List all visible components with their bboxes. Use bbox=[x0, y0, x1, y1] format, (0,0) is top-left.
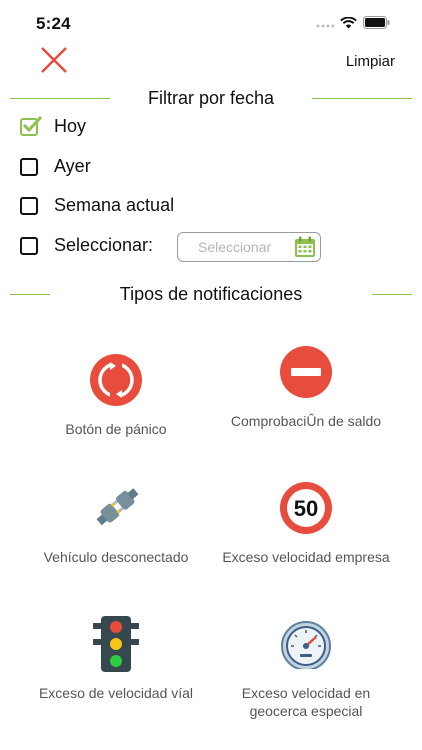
notif-geofence-speed[interactable]: Exceso velocidad en geocerca especial bbox=[206, 614, 406, 720]
notif-label: ComprobaciÛn de saldo bbox=[230, 413, 382, 429]
checkbox-today[interactable]: Hoy bbox=[20, 115, 87, 137]
notif-road-speed[interactable]: Exceso de velocidad víal bbox=[16, 614, 216, 702]
checkbox-select-date[interactable]: Seleccionar: bbox=[20, 235, 153, 256]
notif-panic-button[interactable]: Botón de pánico bbox=[16, 350, 216, 438]
unplugged-icon bbox=[96, 488, 139, 526]
divider-line bbox=[10, 294, 50, 295]
date-placeholder: Seleccionar bbox=[198, 239, 272, 255]
notif-label: Vehículo desconectado bbox=[43, 549, 189, 565]
close-icon bbox=[41, 47, 67, 73]
checkbox-label: Ayer bbox=[54, 156, 91, 176]
clear-button[interactable]: Limpiar bbox=[346, 53, 395, 70]
speed-limit-value: 50 bbox=[294, 496, 318, 521]
checkbox-unchecked-icon bbox=[20, 196, 38, 215]
checkbox-yesterday[interactable]: Ayer bbox=[20, 156, 91, 177]
notif-company-speed[interactable]: 50 Exceso velocidad empresa bbox=[206, 478, 406, 566]
checkbox-unchecked-icon bbox=[20, 157, 38, 176]
checkbox-checked-icon bbox=[20, 115, 43, 136]
date-select-input[interactable]: Seleccionar bbox=[177, 232, 321, 262]
notification-types-title: Tipos de notificaciones bbox=[119, 284, 303, 304]
notif-label: Exceso de velocidad víal bbox=[38, 685, 194, 701]
no-entry-icon bbox=[280, 346, 332, 398]
checkbox-current-week[interactable]: Semana actual bbox=[20, 195, 174, 216]
date-filter-header: Filtrar por fecha bbox=[0, 88, 422, 109]
status-time: 5:24 bbox=[36, 14, 71, 33]
panic-button-icon bbox=[90, 354, 142, 406]
divider-line bbox=[10, 98, 110, 99]
notif-label: Botón de pánico bbox=[65, 421, 167, 437]
notif-balance-check[interactable]: ComprobaciÛn de saldo bbox=[206, 342, 406, 430]
checkbox-unchecked-icon bbox=[20, 236, 38, 255]
status-icons bbox=[316, 16, 390, 29]
close-button[interactable] bbox=[38, 44, 70, 76]
checkbox-label: Semana actual bbox=[54, 195, 175, 215]
notif-vehicle-disconnected[interactable]: Vehículo desconectado bbox=[16, 478, 216, 566]
divider-line bbox=[312, 98, 412, 99]
calendar-icon bbox=[295, 236, 315, 257]
speedometer-icon bbox=[281, 621, 331, 669]
notif-label: Exceso velocidad empresa bbox=[222, 549, 390, 565]
speed-limit-icon: 50 bbox=[280, 482, 332, 534]
divider-line bbox=[372, 294, 412, 295]
date-filter-title: Filtrar por fecha bbox=[147, 88, 275, 108]
checkbox-label: Seleccionar: bbox=[54, 235, 154, 255]
signal-icon bbox=[316, 24, 334, 27]
notif-label: Exceso velocidad en geocerca especial bbox=[241, 685, 371, 719]
notification-types-header: Tipos de notificaciones bbox=[0, 284, 422, 305]
checkbox-label: Hoy bbox=[54, 116, 87, 136]
wifi-icon bbox=[340, 16, 357, 28]
battery-icon bbox=[363, 16, 390, 29]
traffic-light-icon bbox=[93, 616, 139, 672]
